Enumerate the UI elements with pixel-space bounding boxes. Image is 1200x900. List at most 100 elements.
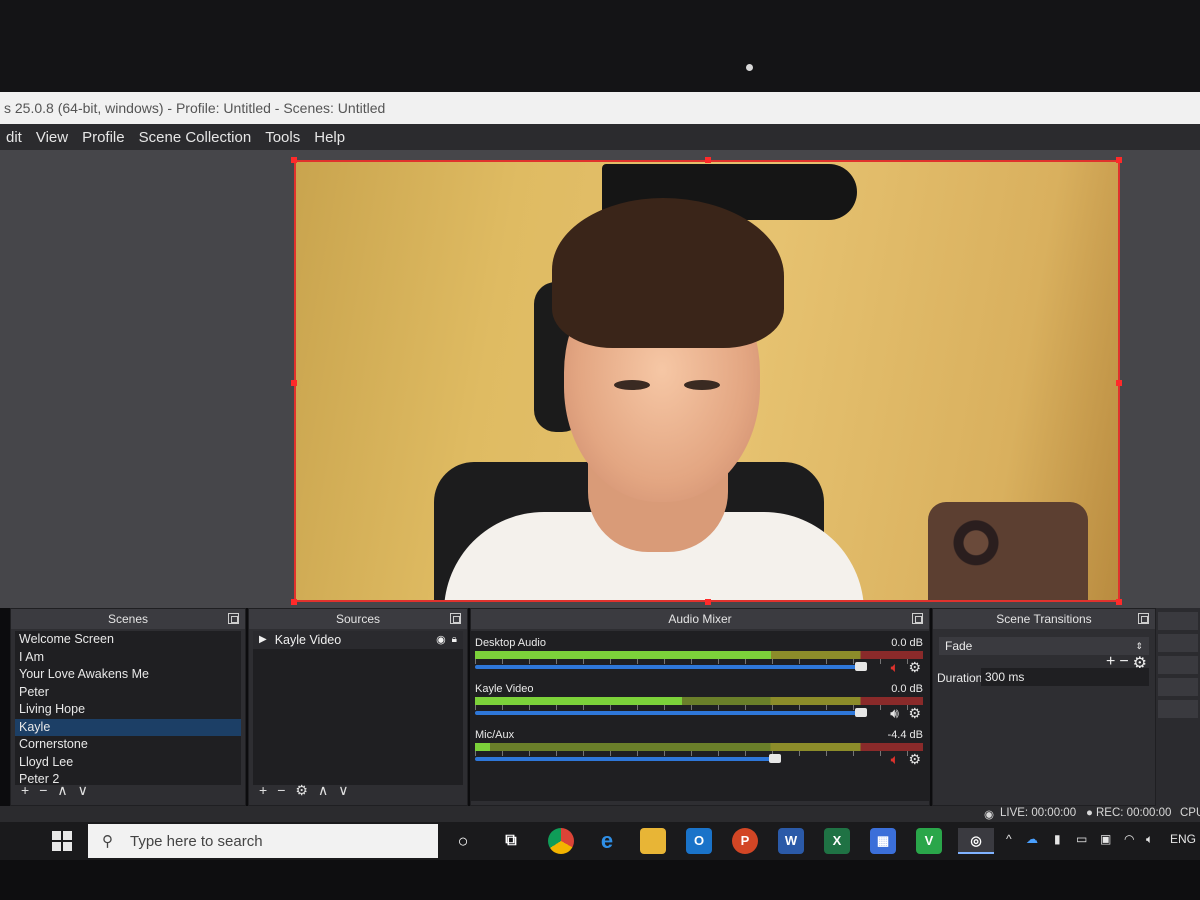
menu-view[interactable]: View [36,129,68,146]
menu-tools[interactable]: Tools [265,129,300,146]
move-source-down-button[interactable]: ∨ [338,782,348,799]
menu-edit[interactable]: dit [6,129,22,146]
control-button[interactable] [1158,700,1198,718]
cortana-icon[interactable]: ○ [450,828,476,854]
vim-icon[interactable]: V [916,828,942,854]
chrome-icon[interactable] [548,828,574,854]
channel-db: -4.4 dB [887,729,923,741]
sources-title: Sources [335,612,381,626]
scene-item-selected[interactable]: Kayle [15,718,241,736]
resize-handle[interactable] [291,380,297,386]
control-button[interactable] [1158,634,1198,652]
undock-icon[interactable] [1138,613,1149,624]
undock-icon[interactable] [228,613,239,624]
fader-knob[interactable] [855,708,867,717]
language-indicator[interactable]: ENG [1170,832,1196,846]
scene-item[interactable]: Your Love Awakens Me [15,666,241,684]
volume-meter [475,651,923,659]
task-view-icon[interactable]: ⧉ [498,828,524,854]
scene-item[interactable]: Cornerstone [15,736,241,754]
resize-handle[interactable] [291,157,297,163]
mixer-body: Desktop Audio 0.0 dB 🔈︎ ⚙ Kayle Video 0.… [471,631,929,801]
gear-icon[interactable]: ⚙ [908,659,921,676]
menu-profile[interactable]: Profile [82,129,125,146]
chevron-up-icon[interactable]: ^ [1006,832,1012,846]
calendar-icon[interactable]: ▦ [870,828,896,854]
fader-knob[interactable] [768,754,781,763]
channel-name: Mic/Aux [475,729,515,741]
obs-icon[interactable]: ◎ [958,828,994,854]
control-button[interactable] [1158,656,1198,674]
source-item[interactable]: ▶ Kayle Video ◉ 🔒︎ [253,631,463,649]
control-button[interactable] [1158,678,1198,696]
cpu-usage: CPU [1180,807,1200,819]
menu-scene-collection[interactable]: Scene Collection [139,129,252,146]
remove-scene-button[interactable]: − [39,782,47,799]
usb-icon[interactable]: ▮ [1054,832,1061,846]
mixer-channel: Kayle Video 0.0 dB 🔊︎ ⚙ [475,683,925,727]
scene-item[interactable]: I Am [15,649,241,667]
source-properties-button[interactable]: ⚙ [295,782,308,799]
taskbar-search[interactable]: ⚲ Type here to search [88,824,438,858]
move-source-up-button[interactable]: ∧ [318,782,328,799]
scene-item[interactable]: Welcome Screen [15,631,241,649]
outlook-icon[interactable]: O [686,828,712,854]
sources-toolbar: + − ⚙ ∧ ∨ [259,782,348,799]
scene-item[interactable]: Lloyd Lee [15,754,241,772]
edge-icon[interactable]: e [594,828,620,854]
source-name: Kayle Video [274,633,342,647]
duration-label: Duration [937,671,983,685]
resize-handle[interactable] [1116,380,1122,386]
move-scene-down-button[interactable]: ∨ [78,782,88,799]
speaker-muted-icon[interactable]: 🔈︎ [891,659,899,676]
excel-icon[interactable]: X [824,828,850,854]
fader-knob[interactable] [855,662,867,671]
person-eye [614,380,650,390]
volume-fader[interactable] [475,757,781,761]
eye-icon[interactable]: ◉ [436,631,446,649]
lock-icon[interactable]: 🔒︎ [452,631,457,649]
meter-level [475,651,771,659]
gear-icon[interactable]: ⚙ [908,705,921,722]
volume-fader[interactable] [475,665,867,669]
play-icon[interactable]: ▶ [259,631,267,649]
add-scene-button[interactable]: + [21,782,29,799]
wifi-icon[interactable]: ◠ [1124,832,1134,846]
scene-item[interactable]: Peter [15,684,241,702]
channel-db: 0.0 dB [891,683,923,695]
onedrive-icon[interactable]: ☁ [1026,832,1038,846]
scene-item[interactable]: Living Hope [15,701,241,719]
remove-source-button[interactable]: − [277,782,285,799]
resize-handle[interactable] [1116,599,1122,605]
add-source-button[interactable]: + [259,782,267,799]
taskbar: ⚲ Type here to search ○ ⧉ e O P W X ▦ V … [0,822,1200,860]
resize-handle[interactable] [291,599,297,605]
file-explorer-icon[interactable] [640,828,666,854]
speaker-muted-icon[interactable]: 🔈︎ [891,751,899,768]
volume-fader[interactable] [475,711,867,715]
resize-handle[interactable] [705,599,711,605]
windows-start-icon[interactable] [52,831,72,851]
control-button[interactable] [1158,612,1198,630]
webcam-preview[interactable] [294,160,1120,602]
word-icon[interactable]: W [778,828,804,854]
resize-handle[interactable] [1116,157,1122,163]
powerpoint-icon[interactable]: P [732,828,758,854]
channel-name: Desktop Audio [475,637,546,649]
scenes-toolbar: + − ∧ ∨ [21,782,88,799]
menu-help[interactable]: Help [314,129,345,146]
monitor-bezel [0,0,1200,92]
speaker-icon[interactable]: 🔊︎ [890,705,899,722]
record-status-icon: ● [1086,807,1093,819]
move-scene-up-button[interactable]: ∧ [57,782,67,799]
mixer-title: Audio Mixer [668,612,732,626]
battery-icon[interactable]: ▭ [1076,832,1087,846]
volume-icon[interactable]: 🔈︎ [1146,832,1153,847]
resize-handle[interactable] [705,157,711,163]
duration-input[interactable]: 300 ms [981,668,1149,686]
gear-icon[interactable]: ⚙ [908,751,921,768]
onenote-icon[interactable]: ▣ [1100,832,1111,846]
undock-icon[interactable] [450,613,461,624]
scene-transitions-dock: Scene Transitions Fade ⇕ + − ⚙ Duration … [932,608,1156,806]
undock-icon[interactable] [912,613,923,624]
